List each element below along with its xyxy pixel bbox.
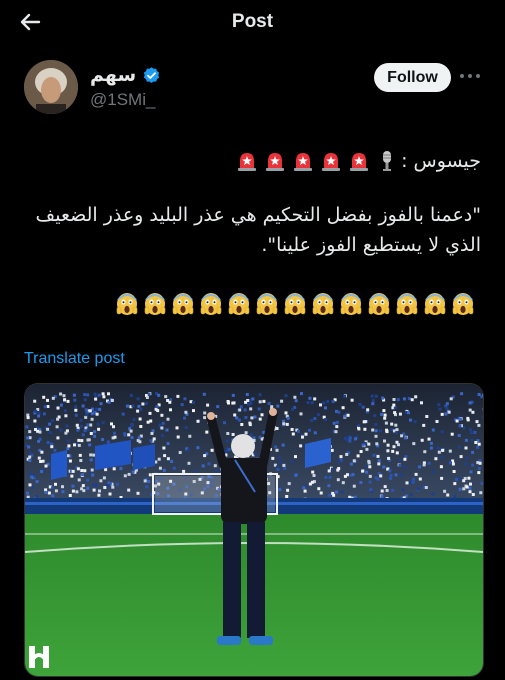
siren-icon xyxy=(350,153,369,171)
siren-icon xyxy=(266,153,285,171)
avatar-image xyxy=(24,60,78,114)
back-button[interactable] xyxy=(16,8,44,36)
scream-face-icon xyxy=(228,293,250,315)
scream-face-icon xyxy=(396,293,418,315)
avatar[interactable] xyxy=(24,60,78,114)
scream-face-icon xyxy=(452,293,474,315)
scream-face-icon xyxy=(368,293,390,315)
verified-badge-icon xyxy=(144,66,160,83)
scream-face-icon xyxy=(312,293,334,315)
post-image[interactable] xyxy=(24,383,484,677)
more-icon[interactable] xyxy=(460,74,482,80)
author-name-row[interactable]: سهم xyxy=(90,64,161,86)
scream-face-icon xyxy=(200,293,222,315)
scream-face-icon xyxy=(256,293,278,315)
scream-face-icon xyxy=(144,293,166,315)
siren-icon xyxy=(294,153,313,171)
stadium-photo xyxy=(25,384,483,676)
page-title: Post xyxy=(231,11,274,32)
siren-icon xyxy=(238,153,257,171)
scream-face-icon xyxy=(424,293,446,315)
post-quote: "دعمنا بالفوز بفضل التحكيم هي عذر البليد… xyxy=(35,204,481,256)
scream-face-icon xyxy=(172,293,194,315)
scream-face-icon xyxy=(340,293,362,315)
siren-group xyxy=(233,150,373,172)
post-line-1: جيسوس : xyxy=(21,146,481,176)
scream-emoji-group xyxy=(116,292,474,316)
author-name[interactable]: سهم xyxy=(90,64,136,86)
follow-button[interactable]: Follow xyxy=(374,63,451,92)
post-line-1-text: جيسوس : xyxy=(401,150,481,172)
microphone-icon xyxy=(383,151,392,171)
back-arrow-icon xyxy=(20,13,41,31)
scream-face-icon xyxy=(116,293,138,315)
author-handle[interactable]: @1SMi_ xyxy=(90,90,155,110)
scream-face-icon xyxy=(284,293,306,315)
translate-post-link[interactable]: Translate post xyxy=(24,350,125,368)
siren-icon xyxy=(322,153,341,171)
top-bar: Post xyxy=(0,0,505,44)
